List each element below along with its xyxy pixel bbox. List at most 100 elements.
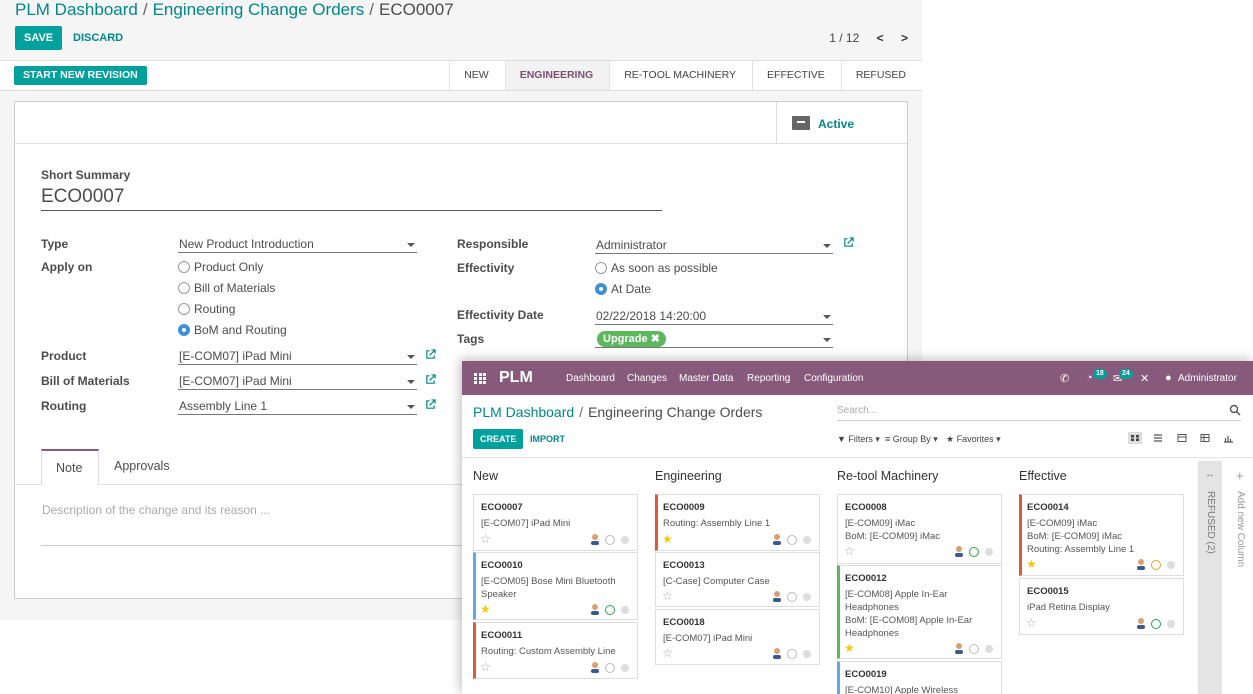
activity-clock-icon[interactable]: [787, 592, 797, 602]
column-effective-title[interactable]: Effective: [1019, 469, 1067, 483]
bom-field[interactable]: [E-COM07] iPad Mini: [178, 373, 417, 390]
star-icon[interactable]: ☆: [1026, 617, 1037, 629]
list-view-icon[interactable]: [1151, 432, 1165, 444]
menu-configuration[interactable]: Configuration: [804, 373, 863, 384]
active-toggle-button[interactable]: Active: [776, 102, 907, 144]
responsible-field[interactable]: Administrator: [595, 237, 833, 254]
breadcrumb-eco-list[interactable]: Engineering Change Orders: [153, 0, 365, 19]
radio-as-soon-as-possible[interactable]: [595, 262, 607, 274]
stage-new[interactable]: NEW: [449, 61, 505, 90]
stage-retool-machinery[interactable]: RE-TOOL MACHINERY: [609, 61, 752, 90]
user-menu[interactable]: Administrator: [1178, 373, 1237, 384]
calendar-view-icon[interactable]: [1175, 432, 1189, 444]
favorites-dropdown[interactable]: ★ Favorites ▾: [946, 434, 1001, 445]
radio-bill-of-materials[interactable]: [178, 282, 190, 294]
kanban-card-eco0010[interactable]: ECO0010 [E-COM05] Bose Mini Bluetooth Sp…: [473, 552, 638, 620]
column-engineering-title[interactable]: Engineering: [655, 469, 722, 483]
activity-clock-icon[interactable]: [787, 535, 797, 545]
kanban-view-icon[interactable]: [1128, 432, 1142, 444]
kanban-state-icon[interactable]: [621, 664, 629, 672]
radio-at-date[interactable]: [595, 283, 607, 295]
kanban-card-eco0018[interactable]: ECO0018 [E-COM07] iPad Mini ☆: [655, 609, 820, 665]
radio-product-only[interactable]: [178, 261, 190, 273]
external-link-icon[interactable]: [425, 399, 436, 410]
menu-master-data[interactable]: Master Data: [679, 373, 733, 384]
kanban-state-icon[interactable]: [985, 645, 993, 653]
kanban-card-eco0009[interactable]: ECO0009 Routing: Assembly Line 1 ★: [655, 494, 820, 551]
star-icon[interactable]: ★: [1026, 558, 1037, 570]
tab-note[interactable]: Note: [41, 449, 99, 485]
activity-clock-icon[interactable]: [605, 605, 615, 615]
kanban-card-eco0014[interactable]: ECO0014 [E-COM09] iMac BoM: [E-COM09] iM…: [1019, 494, 1184, 576]
import-button[interactable]: IMPORT: [530, 429, 565, 449]
type-select[interactable]: New Product Introduction: [178, 236, 417, 253]
product-field[interactable]: [E-COM07] iPad Mini: [178, 348, 417, 365]
discard-button[interactable]: DISCARD: [73, 26, 123, 50]
activity-clock-icon[interactable]: [787, 649, 797, 659]
create-button[interactable]: CREATE: [473, 429, 524, 449]
phone-icon[interactable]: ✆: [1060, 372, 1069, 385]
kanban-card-eco0011[interactable]: ECO0011 Routing: Custom Assembly Line ☆: [473, 622, 638, 679]
kanban-card-eco0013[interactable]: ECO0013 [C-Case] Computer Case ☆: [655, 552, 820, 607]
external-link-icon[interactable]: [425, 374, 436, 385]
search-icon[interactable]: [1229, 404, 1241, 416]
kanban-card-eco0019[interactable]: ECO0019 [E-COM10] Apple Wireless: [837, 661, 1002, 694]
menu-dashboard[interactable]: Dashboard: [566, 373, 615, 384]
user-avatar-icon[interactable]: ●: [1165, 372, 1172, 384]
pivot-view-icon[interactable]: [1198, 432, 1212, 444]
kanban-state-icon[interactable]: [621, 606, 629, 614]
start-new-revision-button[interactable]: START NEW REVISION: [14, 66, 147, 85]
routing-field[interactable]: Assembly Line 1: [178, 398, 417, 415]
debug-close-icon[interactable]: ✕: [1140, 372, 1149, 385]
effectivity-date-field[interactable]: 02/22/2018 14:20:00: [595, 308, 833, 325]
kanban-card-eco0012[interactable]: ECO0012 [E-COM08] Apple In-Ear Headphone…: [837, 565, 1002, 659]
star-icon[interactable]: ☆: [480, 533, 491, 545]
activity-clock-icon[interactable]: [1151, 560, 1161, 570]
activity-icon[interactable]: ◔: [1086, 372, 1093, 384]
star-icon[interactable]: ★: [844, 642, 855, 654]
save-button[interactable]: SAVE: [15, 26, 63, 50]
stage-engineering[interactable]: ENGINEERING: [504, 61, 610, 90]
pager-next-icon[interactable]: >: [901, 31, 908, 45]
stage-effective[interactable]: EFFECTIVE: [752, 61, 841, 90]
breadcrumb-plm-dashboard[interactable]: PLM Dashboard: [473, 404, 574, 420]
note-placeholder[interactable]: Description of the change and its reason…: [42, 503, 270, 517]
external-link-icon[interactable]: [843, 237, 854, 248]
add-icon[interactable]: +: [1236, 468, 1244, 483]
activity-clock-icon[interactable]: [969, 547, 979, 557]
tag-upgrade[interactable]: Upgrade ✖: [597, 331, 666, 347]
kanban-card-eco0015[interactable]: ECO0015 iPad Retina Display ☆: [1019, 578, 1184, 635]
activity-clock-icon[interactable]: [605, 535, 615, 545]
column-new-title[interactable]: New: [473, 469, 498, 483]
graph-view-icon[interactable]: [1221, 432, 1235, 444]
radio-bom-and-routing[interactable]: [178, 324, 190, 336]
kanban-state-icon[interactable]: [803, 536, 811, 544]
add-column[interactable]: + Add new Column: [1230, 461, 1252, 694]
kanban-state-icon[interactable]: [803, 650, 811, 658]
radio-routing[interactable]: [178, 303, 190, 315]
kanban-state-icon[interactable]: [621, 536, 629, 544]
breadcrumb-plm-dashboard[interactable]: PLM Dashboard: [15, 0, 138, 19]
kanban-card-eco0007[interactable]: ECO0007 [E-COM07] iPad Mini ☆: [473, 494, 638, 551]
star-icon[interactable]: ☆: [662, 647, 673, 659]
short-summary-field[interactable]: ECO0007: [41, 186, 124, 208]
star-icon[interactable]: ☆: [480, 661, 491, 673]
group-by-dropdown[interactable]: ≡ Group By ▾: [885, 434, 938, 445]
star-icon[interactable]: ★: [480, 603, 491, 615]
kanban-state-icon[interactable]: [803, 593, 811, 601]
folded-column-refused[interactable]: ↔ REFUSED (2): [1198, 461, 1222, 694]
star-icon[interactable]: ☆: [662, 590, 673, 602]
menu-changes[interactable]: Changes: [627, 373, 667, 384]
kanban-state-icon[interactable]: [1167, 620, 1175, 628]
filters-dropdown[interactable]: ▼ Filters ▾: [837, 434, 880, 445]
kanban-state-icon[interactable]: [985, 548, 993, 556]
external-link-icon[interactable]: [425, 349, 436, 360]
tab-approvals[interactable]: Approvals: [114, 459, 170, 473]
activity-clock-icon[interactable]: [605, 663, 615, 673]
stage-refused[interactable]: REFUSED: [840, 61, 922, 90]
search-input[interactable]: Search...: [837, 403, 1241, 421]
column-retool-machinery-title[interactable]: Re-tool Machinery: [837, 469, 938, 483]
kanban-card-eco0008[interactable]: ECO0008 [E-COM09] iMac BoM: [E-COM09] iM…: [837, 494, 1002, 564]
activity-clock-icon[interactable]: [969, 644, 979, 654]
kanban-state-icon[interactable]: [1167, 561, 1175, 569]
